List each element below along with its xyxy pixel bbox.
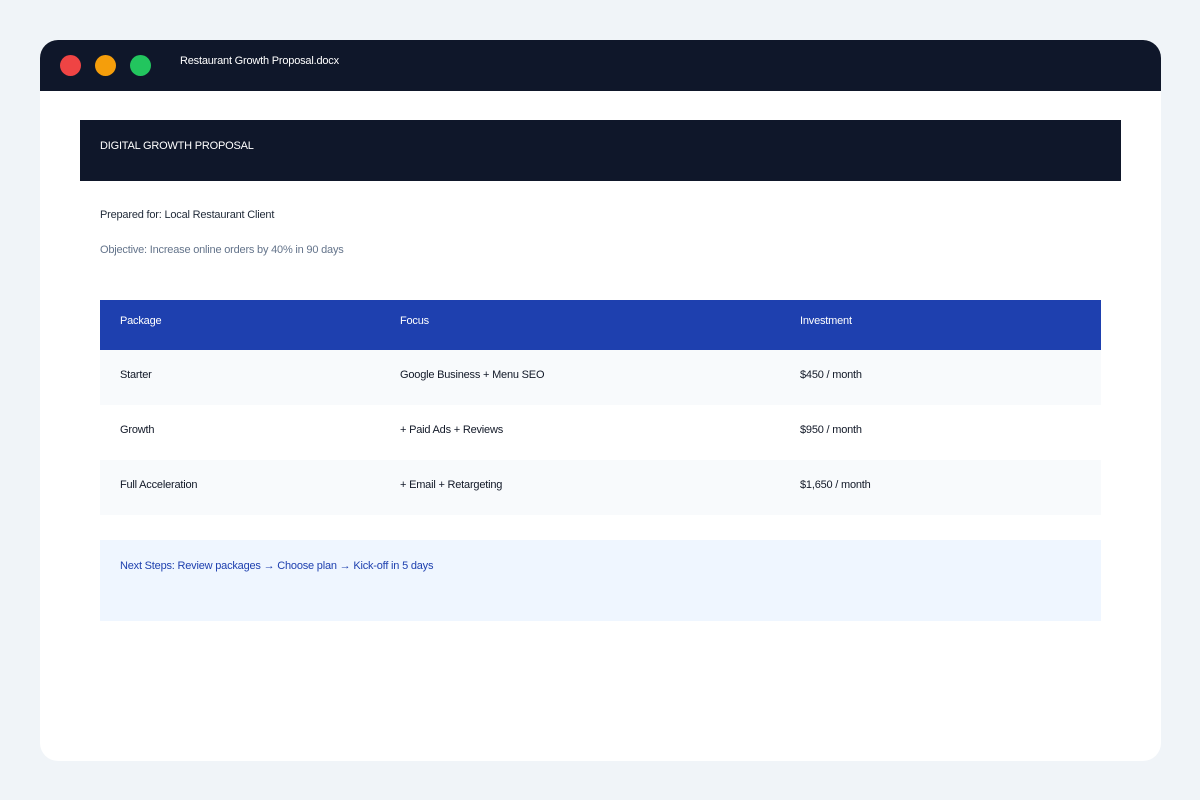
package-investment-cell: $450 / month [800,369,862,381]
minimize-window-button[interactable] [95,55,116,76]
table-header-row: Package Focus Investment [100,300,1101,350]
column-header-package: Package [120,315,162,327]
column-header-investment: Investment [800,315,852,327]
document-title: DIGITAL GROWTH PROPOSAL [100,140,254,152]
package-investment-cell: $950 / month [800,424,862,436]
prepared-for-text: Prepared for: Local Restaurant Client [100,209,275,221]
package-focus-cell: + Paid Ads + Reviews [400,424,504,436]
next-steps-callout: Next Steps: Review packages → Choose pla… [100,540,1101,621]
package-investment-cell: $1,650 / month [800,479,871,491]
next-steps-text: Next Steps: Review packages → Choose pla… [120,560,434,572]
package-name-cell: Full Acceleration [120,479,198,491]
column-header-focus: Focus [400,315,429,327]
close-window-button[interactable] [60,55,81,76]
package-focus-cell: Google Business + Menu SEO [400,369,545,381]
package-focus-cell: + Email + Retargeting [400,479,503,491]
document-header-banner: DIGITAL GROWTH PROPOSAL [80,120,1121,181]
window-titlebar: Restaurant Growth Proposal.docx [40,40,1161,91]
maximize-window-button[interactable] [130,55,151,76]
window-title: Restaurant Growth Proposal.docx [180,55,339,67]
table-row: Growth + Paid Ads + Reviews $950 / month [100,405,1101,460]
document-window: Restaurant Growth Proposal.docx DIGITAL … [40,40,1161,761]
package-name-cell: Starter [120,369,152,381]
package-name-cell: Growth [120,424,155,436]
table-row: Full Acceleration + Email + Retargeting … [100,460,1101,515]
table-row: Starter Google Business + Menu SEO $450 … [100,350,1101,405]
objective-text: Objective: Increase online orders by 40%… [100,244,344,256]
packages-table: Package Focus Investment Starter Google … [100,300,1101,515]
